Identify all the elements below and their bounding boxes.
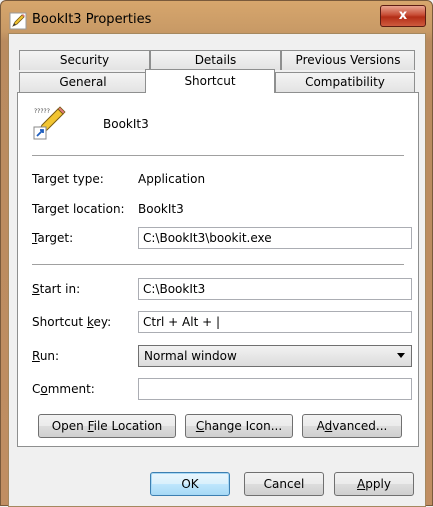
shortcut-tab-page: ????? BookIt3 Target type: Application T…: [17, 92, 419, 447]
tab-compatibility[interactable]: Compatibility: [275, 72, 415, 92]
close-button[interactable]: x: [380, 5, 426, 27]
apply-button[interactable]: Apply: [334, 472, 414, 496]
tab-general-label: General: [59, 75, 107, 89]
chevron-down-icon: [397, 353, 405, 358]
tab-shortcut-label: Shortcut: [184, 74, 236, 88]
tab-compatibility-label: Compatibility: [305, 75, 385, 89]
run-label: Run:: [32, 349, 60, 363]
tab-shortcut[interactable]: Shortcut: [145, 69, 275, 93]
shortcut-name: BookIt3: [103, 117, 149, 131]
start-in-label: Start in:: [32, 282, 81, 296]
tab-details[interactable]: Details: [150, 50, 281, 70]
target-input[interactable]: C:\BookIt3\bookit.exe: [138, 227, 412, 249]
target-type-value: Application: [138, 172, 206, 186]
tab-strip: Security Details Previous Versions Gener…: [9, 34, 427, 94]
run-dropdown[interactable]: Normal window: [138, 345, 412, 367]
shortcut-key-label: Shortcut key:: [32, 315, 112, 329]
start-in-input[interactable]: C:\BookIt3: [138, 278, 412, 300]
tab-security[interactable]: Security: [19, 50, 150, 70]
target-location-value: BookIt3: [138, 202, 184, 216]
advanced-button[interactable]: Advanced...: [302, 414, 402, 438]
ok-button[interactable]: OK: [150, 472, 230, 496]
pencil-shortcut-icon: [9, 12, 27, 30]
tab-general[interactable]: General: [19, 72, 147, 92]
tab-details-label: Details: [194, 53, 237, 67]
target-location-label: Target location:: [32, 202, 125, 216]
close-icon: x: [398, 8, 408, 23]
pencil-shortcut-icon: ?????: [33, 106, 66, 140]
svg-text:?????: ?????: [34, 108, 50, 115]
tab-previous-versions[interactable]: Previous Versions: [281, 50, 415, 70]
open-file-location-button[interactable]: Open File Location: [38, 414, 176, 438]
window-title: BookIt3 Properties: [32, 12, 152, 27]
target-label: Target:: [32, 231, 74, 245]
separator: [32, 155, 404, 156]
target-type-label: Target type:: [32, 172, 104, 186]
change-icon-button[interactable]: Change Icon...: [185, 414, 293, 438]
tab-security-label: Security: [59, 53, 110, 67]
tab-previous-versions-label: Previous Versions: [295, 53, 401, 67]
separator: [32, 264, 404, 265]
dialog-client: Security Details Previous Versions Gener…: [8, 33, 426, 507]
comment-input[interactable]: [138, 378, 412, 400]
run-selected-value: Normal window: [144, 349, 237, 363]
properties-window: BookIt3 Properties x Security Details Pr…: [0, 0, 433, 507]
cancel-button[interactable]: Cancel: [244, 472, 324, 496]
shortcut-key-input[interactable]: Ctrl + Alt + |: [138, 311, 412, 333]
comment-label: Comment:: [32, 382, 95, 396]
